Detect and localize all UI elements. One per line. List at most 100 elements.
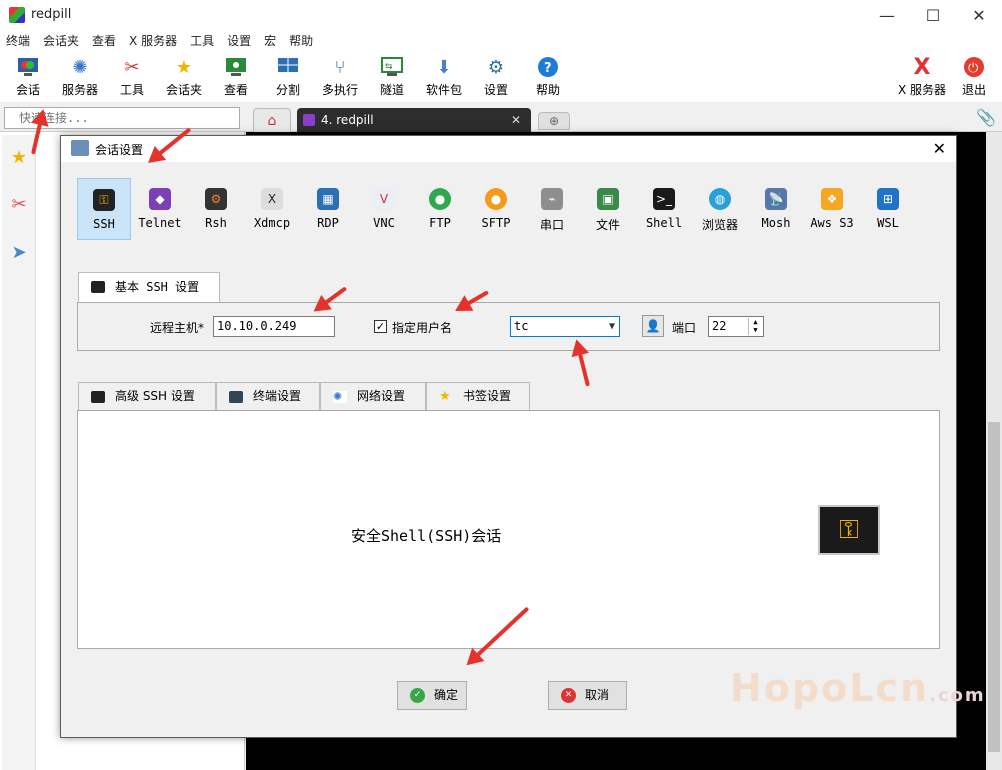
x-server-button[interactable]: X X 服务器 bbox=[896, 54, 948, 98]
sidebar-send-icon[interactable]: ➤ bbox=[2, 230, 36, 274]
session-type-xdmcp[interactable]: X Xdmcp bbox=[245, 178, 299, 240]
servers-button[interactable]: ✺ 服务器 bbox=[60, 54, 100, 98]
multiexec-icon: ⑂ bbox=[334, 56, 346, 78]
file-monitor-icon: ▣ bbox=[597, 188, 619, 210]
dialog-title: 会话设置 bbox=[95, 143, 144, 157]
aws-s3-cubes-icon: ❖ bbox=[821, 188, 843, 210]
session-type-telnet[interactable]: ◆ Telnet bbox=[133, 178, 187, 240]
terminal-scrollbar[interactable] bbox=[986, 132, 1002, 770]
help-button[interactable]: ? 帮助 bbox=[534, 54, 562, 98]
session-type-rdp[interactable]: ▦ RDP bbox=[301, 178, 355, 240]
session-type-ftp[interactable]: ● FTP bbox=[413, 178, 467, 240]
menu-x-server[interactable]: X 服务器 bbox=[129, 30, 177, 52]
tab-basic-ssh-settings[interactable]: 基本 SSH 设置 bbox=[78, 272, 220, 304]
username-dropdown[interactable]: tc ▼ bbox=[510, 316, 620, 337]
home-icon: ⌂ bbox=[267, 112, 277, 129]
tab-redpill[interactable]: 4. redpill ✕ bbox=[297, 108, 531, 132]
ftp-globe-icon: ● bbox=[429, 188, 451, 210]
paperclip-icon[interactable]: 📎 bbox=[976, 108, 996, 127]
gear-icon: ⚙ bbox=[487, 56, 505, 78]
ssh-key-large-icon: ⚿ bbox=[818, 505, 880, 555]
watermark: HopoLcn.com bbox=[730, 666, 986, 710]
xdmcp-icon: X bbox=[261, 188, 283, 210]
menu-settings[interactable]: 设置 bbox=[227, 30, 251, 52]
plus-icon: ⊕ bbox=[548, 114, 560, 128]
session-type-browser[interactable]: ◍ 浏览器 bbox=[693, 178, 747, 240]
ssh-key-icon: ⚿ bbox=[93, 189, 115, 211]
dialog-close-icon[interactable]: ✕ bbox=[933, 139, 946, 158]
help-icon: ? bbox=[535, 54, 561, 80]
vnc-icon: V bbox=[373, 188, 395, 210]
session-type-vnc[interactable]: V VNC bbox=[357, 178, 411, 240]
tab-advanced-ssh[interactable]: 高级 SSH 设置 bbox=[78, 382, 216, 410]
tools-button[interactable]: ✂ 工具 bbox=[118, 54, 146, 98]
user-icon: 👤 bbox=[645, 319, 661, 333]
packages-button[interactable]: ⬇ 软件包 bbox=[424, 54, 464, 98]
specify-username-checkbox[interactable]: ✓ bbox=[374, 320, 387, 333]
session-type-aws-s3[interactable]: ❖ Aws S3 bbox=[805, 178, 859, 240]
minimize-button[interactable]: — bbox=[864, 0, 910, 30]
session-settings-dialog: 会话设置 ✕ ⚿ SSH ◆ Telnet ⚙ Rsh X Xdmcp ▦ RDP V VN… bbox=[60, 135, 957, 738]
package-icon: ⬇ bbox=[436, 56, 452, 78]
menu-view[interactable]: 查看 bbox=[92, 30, 116, 52]
remote-host-input[interactable]: 10.10.0.249 bbox=[213, 316, 335, 337]
svg-text:⏻: ⏻ bbox=[968, 61, 978, 76]
svg-text:⇆: ⇆ bbox=[385, 62, 393, 72]
session-type-wsl[interactable]: ⊞ WSL bbox=[861, 178, 915, 240]
scrollbar-thumb[interactable] bbox=[988, 422, 1000, 752]
session-button[interactable]: 会话 bbox=[12, 54, 44, 98]
remote-host-label: 远程主机* bbox=[150, 321, 205, 335]
ok-button[interactable]: ✓ 确定 bbox=[397, 681, 467, 710]
port-input[interactable]: 22 ▲ ▼ bbox=[708, 316, 764, 337]
close-tab-icon[interactable]: ✕ bbox=[511, 108, 521, 132]
session-type-serial[interactable]: ⌁ 串口 bbox=[525, 178, 579, 240]
terminal-settings-icon bbox=[229, 391, 243, 403]
tab-bookmark-settings[interactable]: ★ 书签设置 bbox=[426, 382, 530, 410]
power-icon: ⏻ bbox=[961, 54, 987, 80]
session-type-mosh[interactable]: 📡 Mosh bbox=[749, 178, 803, 240]
menu-tools[interactable]: 工具 bbox=[190, 30, 214, 52]
tunnel-button[interactable]: ⇆ 隧道 bbox=[378, 54, 406, 98]
key-icon bbox=[91, 391, 105, 403]
dialog-user-icon bbox=[71, 140, 89, 156]
new-tab-button[interactable]: ⊕ bbox=[538, 112, 570, 130]
basic-ssh-settings-panel: 远程主机* 10.10.0.249 ✓ 指定用户名 tc ▼ 👤 端口 22 ▲… bbox=[77, 302, 940, 351]
session-type-shell[interactable]: >_ Shell bbox=[637, 178, 691, 240]
terminal-tab-icon bbox=[303, 114, 315, 126]
app-logo-icon bbox=[9, 7, 25, 23]
svg-text:?: ? bbox=[544, 61, 552, 76]
session-type-ssh[interactable]: ⚿ SSH bbox=[77, 178, 131, 240]
menu-sessions[interactable]: 会话夹 bbox=[43, 30, 79, 52]
session-type-rsh[interactable]: ⚙ Rsh bbox=[189, 178, 243, 240]
view-button[interactable]: 查看 bbox=[222, 54, 250, 98]
menu-terminal[interactable]: 终端 bbox=[6, 30, 30, 52]
session-description: 安全Shell(SSH)会话 bbox=[351, 527, 502, 545]
exit-button[interactable]: ⏻ 退出 bbox=[960, 54, 988, 98]
user-manager-button[interactable]: 👤 bbox=[642, 315, 664, 337]
session-type-sftp[interactable]: ● SFTP bbox=[469, 178, 523, 240]
close-window-button[interactable]: ✕ bbox=[956, 0, 1002, 30]
view-icon bbox=[223, 54, 249, 80]
cancel-x-icon: ✕ bbox=[561, 688, 576, 703]
browser-globe-icon: ◍ bbox=[709, 188, 731, 210]
chevron-down-icon: ▼ bbox=[608, 321, 615, 332]
sessions-folder-button[interactable]: ★ 会话夹 bbox=[164, 54, 204, 98]
shell-prompt-icon: >_ bbox=[653, 188, 675, 210]
tab-network-settings[interactable]: ✺ 网络设置 bbox=[320, 382, 426, 410]
home-tab[interactable]: ⌂ bbox=[253, 108, 291, 132]
maximize-button[interactable]: ☐ bbox=[910, 0, 956, 30]
sidebar-tools-icon[interactable]: ✂ bbox=[2, 182, 36, 226]
split-button[interactable]: 分割 bbox=[274, 54, 302, 98]
menu-bar: 终端 会话夹 查看 X 服务器 工具 设置 宏 帮助 bbox=[0, 30, 1002, 52]
menu-macros[interactable]: 宏 bbox=[264, 30, 276, 52]
rdp-icon: ▦ bbox=[317, 188, 339, 210]
settings-button[interactable]: ⚙ 设置 bbox=[482, 54, 510, 98]
multiexec-button[interactable]: ⑂ 多执行 bbox=[320, 54, 360, 98]
cancel-button[interactable]: ✕ 取消 bbox=[548, 681, 627, 710]
tab-bar: ⌂ 4. redpill ✕ ⊕ bbox=[0, 102, 1002, 132]
session-type-file[interactable]: ▣ 文件 bbox=[581, 178, 635, 240]
menu-help[interactable]: 帮助 bbox=[289, 30, 313, 52]
tab-terminal-settings[interactable]: 终端设置 bbox=[216, 382, 320, 410]
port-spinner[interactable]: ▲ ▼ bbox=[748, 318, 762, 335]
sidebar-sessions-star-icon[interactable]: ★ bbox=[2, 135, 36, 179]
